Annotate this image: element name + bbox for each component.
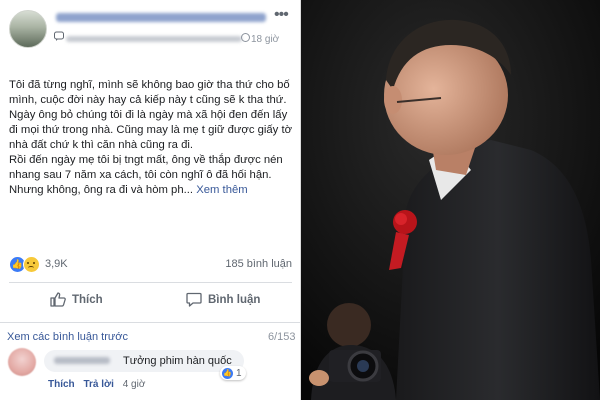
commenter-name-blurred[interactable]: [54, 357, 110, 364]
comment-icon: [186, 292, 202, 307]
like-reaction-icon: 👍: [222, 367, 233, 379]
comment-button[interactable]: Bình luận: [186, 292, 260, 307]
poster-name-blurred[interactable]: [56, 13, 266, 22]
news-photo: [301, 0, 600, 400]
like-button[interactable]: Thích: [50, 292, 103, 307]
like-button-label: Thích: [72, 293, 103, 306]
comment-actions: Thích Trả lời 4 giờ: [48, 379, 151, 390]
comment-reaction-badge[interactable]: 👍 1: [220, 366, 246, 380]
post-subtitle-blurred: [66, 36, 242, 42]
see-more-link[interactable]: Xem thêm: [196, 184, 247, 196]
facebook-post: 18 giờ ••• Tôi đã từng nghĩ, mình sẽ khô…: [0, 0, 300, 400]
comment-reaction-count: 1: [236, 367, 242, 379]
comment-text: Tưởng phim hàn quốc: [123, 355, 232, 367]
post-paragraph: Rồi đến ngày mẹ tôi bị tngt mất, ông về …: [9, 154, 283, 196]
post-paragraph: Ngày ông bỏ chúng tôi đi là ngày mà xã h…: [9, 109, 293, 151]
comment-timestamp[interactable]: 4 giờ: [123, 379, 146, 390]
comment-count[interactable]: 185 bình luận: [225, 258, 292, 270]
view-previous-comments-link[interactable]: Xem các bình luận trước: [7, 331, 128, 343]
thumbs-up-icon: [50, 292, 66, 307]
sad-reaction-icon: [23, 255, 40, 273]
post-body: Tôi đã từng nghĩ, mình sẽ không bao giờ …: [9, 78, 295, 198]
reaction-summary[interactable]: 👍 3,9K: [9, 255, 68, 273]
post-timestamp[interactable]: 18 giờ: [251, 34, 279, 45]
divider: [9, 282, 292, 283]
reaction-count: 3,9K: [45, 258, 68, 270]
poster-avatar[interactable]: [9, 10, 47, 48]
divider: [0, 322, 300, 323]
comment-button-label: Bình luận: [208, 293, 261, 306]
comment-like-link[interactable]: Thích: [48, 379, 75, 390]
post-paragraph: Tôi đã từng nghĩ, mình sẽ không bao giờ …: [9, 79, 290, 106]
comment-page-count: 6/153: [268, 331, 296, 343]
more-options-icon[interactable]: •••: [274, 6, 289, 24]
man-in-suit-photo: [301, 0, 600, 400]
globe-icon: [241, 33, 250, 42]
comment-reply-link[interactable]: Trả lời: [83, 379, 113, 390]
messenger-icon: [54, 31, 64, 44]
commenter-avatar[interactable]: [8, 348, 36, 376]
